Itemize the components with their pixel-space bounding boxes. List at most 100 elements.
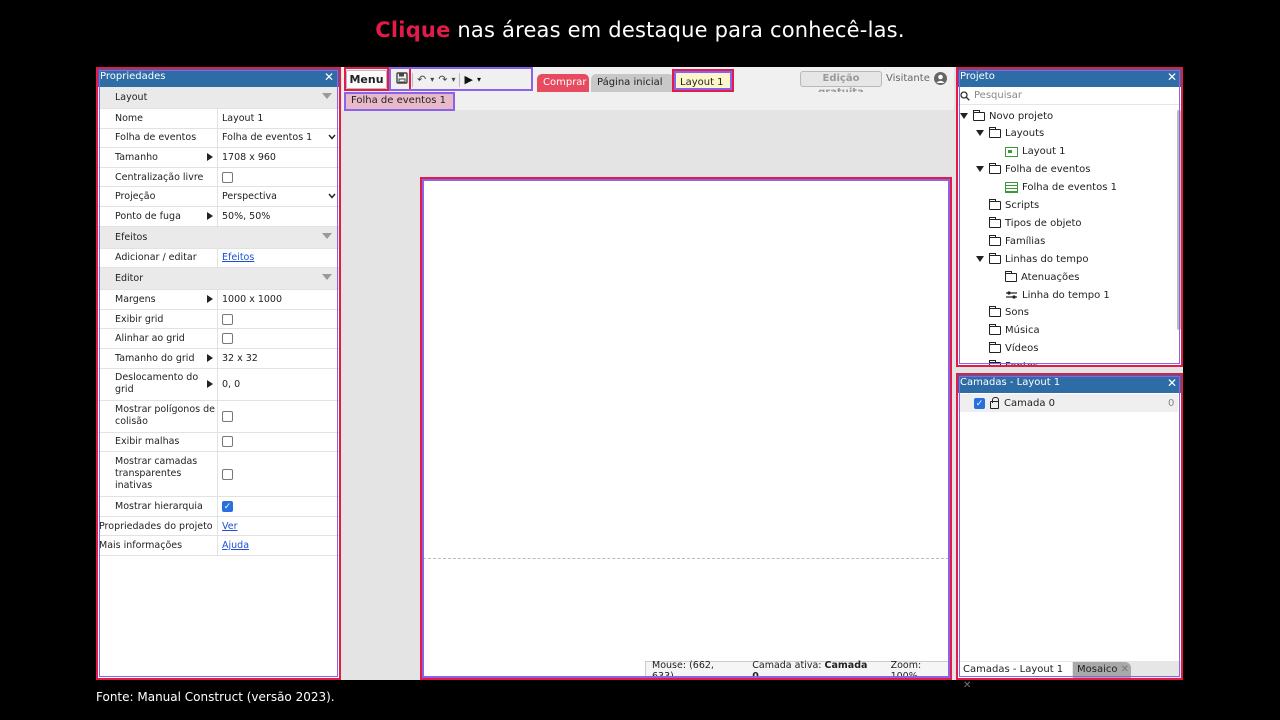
property-row[interactable]: Exibir malhas (96, 432, 340, 453)
property-row[interactable]: Folha de eventos Folha de eventos 1 (96, 128, 340, 149)
property-checkbox[interactable]: ✓ (222, 500, 233, 512)
property-value[interactable] (218, 310, 340, 329)
expand-arrow-icon[interactable] (207, 212, 213, 221)
property-row[interactable]: Exibir grid (96, 309, 340, 330)
expand-arrow-icon[interactable] (960, 111, 969, 122)
close-icon[interactable]: ✕ (1167, 67, 1177, 87)
redo-icon[interactable]: ↷ (438, 73, 447, 86)
chevron-down-icon[interactable]: ▾ (477, 75, 481, 84)
lock-icon[interactable] (990, 396, 999, 409)
property-value[interactable]: Ajuda (218, 536, 340, 555)
property-row[interactable]: Alinhar ao grid (96, 329, 340, 349)
project-tree-item[interactable]: Layouts (976, 126, 1044, 142)
property-row[interactable]: Ponto de fuga 50%, 50% (96, 206, 340, 227)
property-row[interactable]: Propriedades do projeto Ver (96, 516, 340, 537)
property-checkbox[interactable] (222, 410, 233, 422)
property-value[interactable]: Folha de eventos 1 (218, 129, 340, 148)
expand-arrow-icon[interactable] (207, 380, 213, 389)
property-section[interactable]: Efeitos (96, 226, 340, 249)
expand-arrow-icon[interactable] (976, 128, 985, 139)
undo-icon[interactable]: ↶ (417, 73, 426, 86)
property-checkbox[interactable] (222, 333, 233, 345)
project-tree-item[interactable]: Folha de eventos (976, 162, 1090, 178)
property-select[interactable]: Folha de eventos 1 (222, 132, 340, 143)
close-icon[interactable]: ✕ (1121, 664, 1129, 675)
expand-arrow-icon[interactable] (207, 295, 213, 304)
property-value[interactable]: Perspectiva (218, 187, 340, 206)
project-search[interactable]: Pesquisar (956, 87, 1183, 105)
close-icon[interactable]: ✕ (324, 67, 334, 87)
property-value[interactable] (218, 401, 340, 432)
expand-arrow-icon[interactable] (207, 153, 213, 162)
property-checkbox[interactable] (222, 436, 233, 448)
property-row[interactable]: Mostrar hierarquia ✓ (96, 497, 340, 517)
property-link[interactable]: Ajuda (222, 540, 249, 551)
layout-canvas[interactable] (421, 178, 951, 678)
property-row[interactable]: Adicionar / editar Efeitos (96, 248, 340, 269)
property-checkbox[interactable] (222, 171, 233, 183)
property-row[interactable]: Margens 1000 x 1000 (96, 290, 340, 310)
project-tree-item[interactable]: Famílias (976, 233, 1045, 249)
property-row[interactable]: Mostrar polígonos de colisão (96, 400, 340, 433)
property-value[interactable] (218, 452, 340, 496)
project-tree-item[interactable]: Sons (976, 305, 1029, 321)
property-section[interactable]: Editor (96, 268, 340, 291)
property-value[interactable]: 1000 x 1000 (218, 290, 340, 309)
property-value[interactable]: Ver (218, 517, 340, 536)
property-row[interactable]: Mostrar camadas transparentes inativas (96, 452, 340, 498)
property-value[interactable]: Layout 1 (218, 109, 340, 128)
collapse-icon[interactable] (322, 232, 332, 239)
property-value[interactable] (218, 433, 340, 452)
project-tree-item[interactable]: Linhas do tempo (976, 251, 1088, 267)
property-row[interactable]: Mais informações Ajuda (96, 536, 340, 556)
close-icon[interactable]: ✕ (963, 680, 971, 691)
property-row[interactable]: Nome Layout 1 (96, 109, 340, 129)
project-tree-item[interactable]: Fontes (976, 359, 1038, 367)
project-tree-item[interactable]: Folha de eventos 1 (992, 180, 1117, 196)
property-value[interactable]: Efeitos (218, 249, 340, 268)
project-tree-item[interactable]: Música (976, 323, 1040, 339)
property-value[interactable]: 32 x 32 (218, 349, 340, 368)
property-value[interactable]: 1708 x 960 (218, 148, 340, 167)
project-tree-item[interactable]: Tipos de objeto (976, 215, 1082, 231)
layer-row[interactable]: ✓ Camada 0 (958, 394, 1178, 412)
project-tree-item[interactable]: Scripts (976, 198, 1039, 214)
property-row[interactable]: Projeção Perspectiva (96, 187, 340, 207)
chevron-down-icon[interactable]: ▾ (430, 75, 434, 84)
tab-pagina-inicial[interactable]: Página inicial × (591, 74, 674, 105)
user-avatar-icon[interactable] (933, 72, 947, 85)
property-row[interactable]: Tamanho do grid 32 x 32 (96, 348, 340, 369)
project-tree-item[interactable]: Vídeos (976, 341, 1038, 357)
property-row[interactable]: Tamanho 1708 x 960 (96, 148, 340, 168)
tab-comprar[interactable]: Comprar (537, 74, 589, 92)
expand-arrow-icon[interactable] (207, 354, 213, 363)
play-icon[interactable]: ▶ (464, 73, 472, 86)
property-row[interactable]: Deslocamento do grid 0, 0 (96, 368, 340, 401)
property-link[interactable]: Ver (222, 521, 238, 532)
property-value[interactable] (218, 168, 340, 187)
save-icon[interactable] (396, 72, 408, 87)
expand-arrow-icon[interactable] (976, 254, 985, 265)
collapse-icon[interactable] (322, 93, 332, 99)
layer-visible-checkbox[interactable]: ✓ (974, 397, 985, 409)
menu-button[interactable]: Menu (346, 70, 387, 89)
property-link[interactable]: Efeitos (222, 252, 254, 263)
tab-folha-de-eventos-1[interactable]: Folha de eventos 1 × (346, 93, 454, 122)
tab-mosaico[interactable]: Mosaico ✕ (1073, 662, 1131, 679)
chevron-down-icon[interactable]: ▾ (451, 75, 455, 84)
expand-arrow-icon[interactable] (976, 164, 985, 175)
property-value[interactable] (218, 329, 340, 348)
collapse-icon[interactable] (322, 274, 332, 281)
close-icon[interactable]: ✕ (1167, 373, 1177, 393)
property-row[interactable]: Centralização livre (96, 167, 340, 188)
property-checkbox[interactable] (222, 468, 233, 480)
project-tree-item[interactable]: Linha do tempo 1 (992, 287, 1110, 303)
project-tree-item[interactable]: Novo projeto (960, 108, 1053, 124)
property-value[interactable]: ✓ (218, 497, 340, 516)
user-menu[interactable]: Visitante (886, 72, 947, 85)
project-tree-item[interactable]: Atenuações (992, 269, 1080, 285)
property-value[interactable]: 0, 0 (218, 369, 340, 400)
project-scrollbar[interactable] (1177, 110, 1181, 330)
property-select[interactable]: Perspectiva (222, 191, 340, 202)
property-checkbox[interactable] (222, 313, 233, 325)
